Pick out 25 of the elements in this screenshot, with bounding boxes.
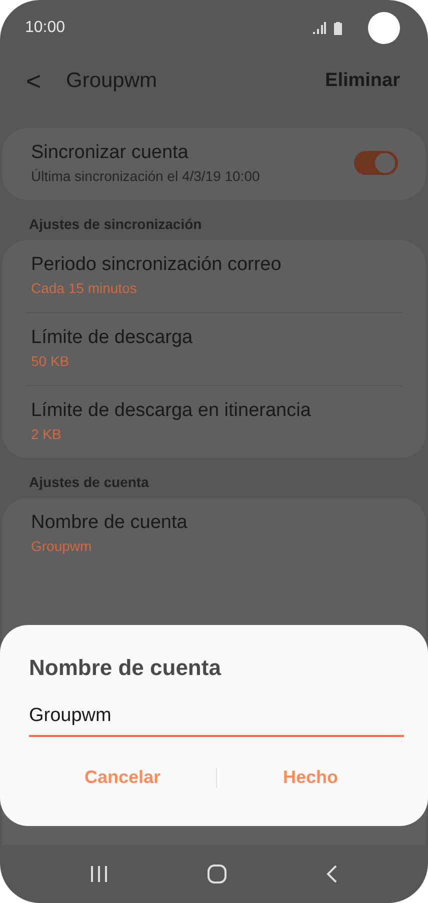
input-field[interactable]: Groupwm [29,701,404,737]
done-button[interactable]: Hecho [217,759,404,796]
home-icon[interactable] [206,864,227,884]
delete-button[interactable]: Eliminar [325,70,400,92]
camera-cutout [368,12,400,44]
setting-value: Groupwm [31,538,93,554]
toggle-switch[interactable] [354,151,398,175]
battery-icon [334,22,342,34]
setting-value: 2 KB [31,426,62,442]
dialog-title: Nombre de cuenta [29,655,222,681]
setting-value: Cada 15 minutos [31,280,138,296]
setting-subtitle: Última sincronización el 4/3/19 10:00 [31,168,261,184]
setting-value: 50 KB [31,353,70,369]
setting-title[interactable]: Periodo sincronización correo [31,254,398,276]
back-icon[interactable] [326,864,338,884]
setting-title[interactable]: Nombre de cuenta [31,512,398,534]
status-time: 10:00 [25,19,66,37]
setting-title[interactable]: Límite de descarga [31,327,398,349]
cancel-button[interactable]: Cancelar [29,759,216,796]
recents-icon[interactable] [90,865,108,883]
setting-title[interactable]: Sincronizar cuenta [31,142,354,164]
back-button[interactable]: < [26,66,54,96]
page-title: Groupwm [66,69,158,93]
signal-icon [312,22,326,34]
setting-title[interactable]: Límite de descarga en itinerancia [31,400,398,422]
